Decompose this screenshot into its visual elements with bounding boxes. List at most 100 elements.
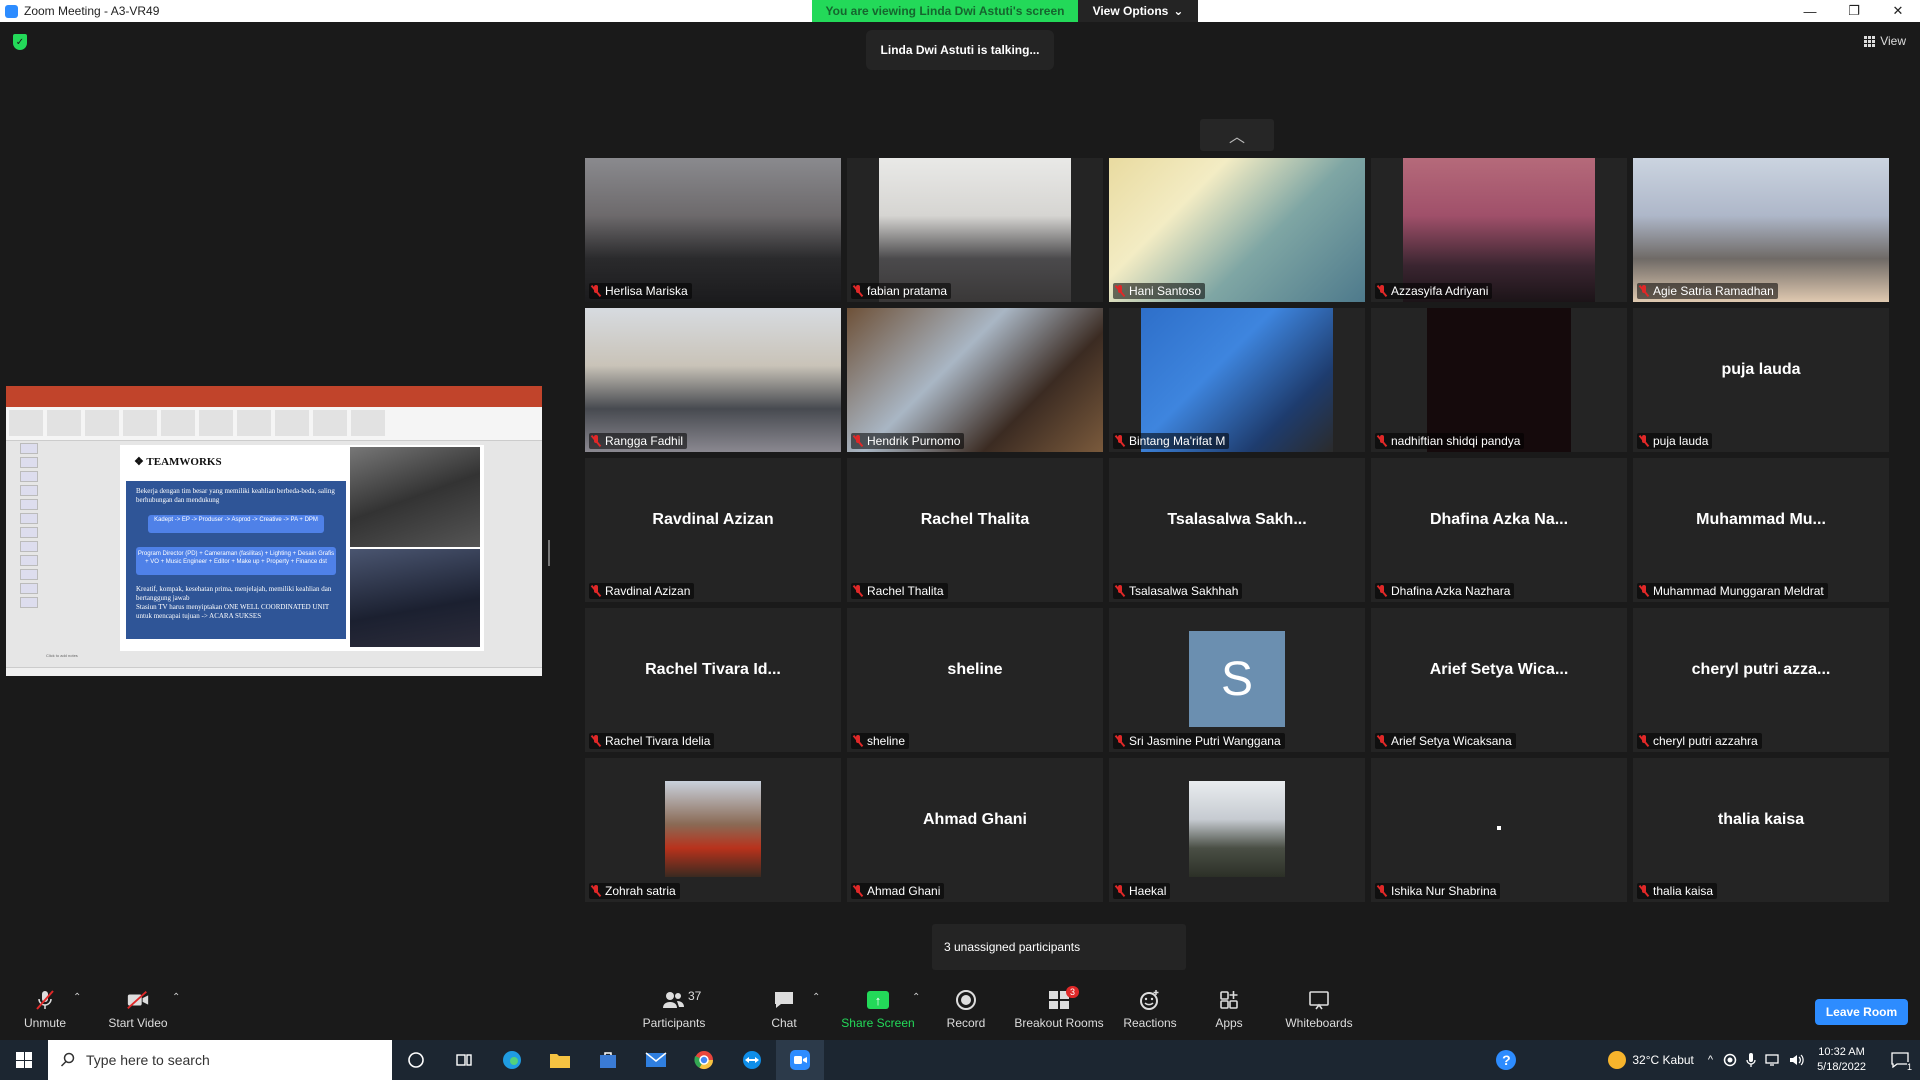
chrome-icon[interactable] bbox=[680, 1040, 728, 1080]
help-icon[interactable]: ? bbox=[1496, 1050, 1517, 1070]
participant-tile[interactable]: Azzasyifa Adriyani bbox=[1371, 158, 1627, 302]
meeting-area: ✓ Linda Dwi Astuti is talking... View ︿ … bbox=[0, 22, 1920, 972]
breakout-rooms-button[interactable]: 3 Breakout Rooms bbox=[1014, 978, 1104, 1034]
participant-tile[interactable]: Dhafina Azka Na... Dhafina Azka Nazhara bbox=[1371, 458, 1627, 602]
teamviewer-icon[interactable] bbox=[728, 1040, 776, 1080]
participant-tile[interactable]: Ravdinal Azizan Ravdinal Azizan bbox=[585, 458, 841, 602]
mail-icon[interactable] bbox=[632, 1040, 680, 1080]
taskbar-search-box[interactable]: Type here to search bbox=[48, 1040, 392, 1080]
view-button[interactable]: View bbox=[1864, 34, 1906, 48]
participant-display-name: thalia kaisa bbox=[1717, 811, 1805, 828]
record-indicator-icon[interactable] bbox=[1723, 1053, 1737, 1067]
audio-options-caret[interactable]: ⌃ bbox=[73, 992, 81, 1003]
participant-tile[interactable]: Arief Setya Wica... Arief Setya Wicaksana bbox=[1371, 608, 1627, 752]
participant-display-name: Arief Setya Wica... bbox=[1429, 661, 1569, 678]
share-screen-icon: ↑ bbox=[866, 989, 890, 1011]
unassigned-participants-popup[interactable]: 3 unassigned participants bbox=[932, 924, 1186, 970]
shared-screen[interactable]: ❖ TEAMWORKS Bekerja dengan tim besar yan… bbox=[6, 386, 542, 676]
participant-name-label: Hani Santoso bbox=[1113, 283, 1206, 299]
participant-name-label: Muhammad Munggaran Meldrat bbox=[1637, 583, 1828, 599]
start-button[interactable] bbox=[0, 1040, 48, 1080]
view-options-button[interactable]: View Options ⌄ bbox=[1078, 0, 1198, 22]
zoom-taskbar-icon[interactable] bbox=[776, 1040, 824, 1080]
participant-tile[interactable]: nadhiftian shidqi pandya bbox=[1371, 308, 1627, 452]
participants-button[interactable]: 37 Participants bbox=[640, 978, 708, 1034]
search-icon bbox=[60, 1052, 75, 1067]
participant-tile[interactable]: Herlisa Mariska bbox=[585, 158, 841, 302]
mic-muted-icon bbox=[1639, 585, 1649, 597]
cortana-icon[interactable] bbox=[392, 1040, 440, 1080]
shield-icon[interactable]: ✓ bbox=[13, 34, 27, 50]
participant-tile[interactable]: Hani Santoso bbox=[1109, 158, 1365, 302]
task-view-icon[interactable] bbox=[440, 1040, 488, 1080]
mic-muted-icon bbox=[1639, 285, 1649, 297]
participant-tile[interactable]: Ahmad Ghani Ahmad Ghani bbox=[847, 758, 1103, 902]
whiteboards-button[interactable]: Whiteboards bbox=[1284, 978, 1354, 1034]
mic-off-icon bbox=[33, 989, 57, 1011]
record-button[interactable]: Record bbox=[946, 978, 986, 1034]
ppt-ribbon bbox=[6, 407, 542, 441]
microphone-icon[interactable] bbox=[1745, 1052, 1757, 1068]
participant-tile[interactable]: Rangga Fadhil bbox=[585, 308, 841, 452]
share-options-caret[interactable]: ⌃ bbox=[912, 992, 920, 1003]
participant-name-label: Ishika Nur Shabrina bbox=[1375, 883, 1501, 899]
viewing-screen-label: You are viewing Linda Dwi Astuti's scree… bbox=[812, 0, 1078, 22]
volume-icon[interactable] bbox=[1789, 1053, 1805, 1067]
participant-tile[interactable]: Bintang Ma'rifat M bbox=[1109, 308, 1365, 452]
leave-room-button[interactable]: Leave Room bbox=[1815, 999, 1908, 1025]
share-screen-button[interactable]: ↑ Share Screen bbox=[840, 978, 916, 1034]
close-button[interactable]: ✕ bbox=[1876, 0, 1920, 22]
participant-tile[interactable]: Tsalasalwa Sakh... Tsalasalwa Sakhhah bbox=[1109, 458, 1365, 602]
minimize-button[interactable]: — bbox=[1788, 0, 1832, 22]
participant-name-label: Rachel Tivara Idelia bbox=[589, 733, 715, 749]
taskbar-clock[interactable]: 10:32 AM 5/18/2022 bbox=[1817, 1045, 1866, 1075]
split-resize-handle[interactable] bbox=[548, 540, 550, 566]
participant-tile[interactable]: Ishika Nur Shabrina bbox=[1371, 758, 1627, 902]
apps-button[interactable]: Apps bbox=[1214, 978, 1244, 1034]
participant-tile[interactable]: puja lauda puja lauda bbox=[1633, 308, 1889, 452]
store-icon[interactable] bbox=[584, 1040, 632, 1080]
unmute-button[interactable]: Unmute bbox=[20, 978, 70, 1034]
participant-tile[interactable]: fabian pratama bbox=[847, 158, 1103, 302]
chat-options-caret[interactable]: ⌃ bbox=[812, 992, 820, 1003]
restore-button[interactable]: ❐ bbox=[1832, 0, 1876, 22]
network-icon[interactable] bbox=[1765, 1053, 1781, 1067]
participant-tile[interactable]: S Sri Jasmine Putri Wanggana bbox=[1109, 608, 1365, 752]
participant-name: Hendrik Purnomo bbox=[867, 434, 961, 448]
participant-tile[interactable]: Hendrik Purnomo bbox=[847, 308, 1103, 452]
ppt-ribbon-tabs bbox=[6, 398, 542, 407]
clock-time: 10:32 AM bbox=[1818, 1046, 1865, 1058]
participant-tile[interactable]: cheryl putri azza... cheryl putri azzahra bbox=[1633, 608, 1889, 752]
participant-tile[interactable]: thalia kaisa thalia kaisa bbox=[1633, 758, 1889, 902]
participant-name: Sri Jasmine Putri Wanggana bbox=[1129, 734, 1281, 748]
mic-muted-icon bbox=[1115, 585, 1125, 597]
participant-tile[interactable]: Agie Satria Ramadhan bbox=[1633, 158, 1889, 302]
notifications-icon[interactable]: 1 bbox=[1880, 1040, 1920, 1080]
participant-tile[interactable]: Zohrah satria bbox=[585, 758, 841, 902]
participants-label: Participants bbox=[642, 1016, 706, 1030]
reactions-button[interactable]: Reactions bbox=[1122, 978, 1178, 1034]
start-video-button[interactable]: Start Video bbox=[106, 978, 170, 1034]
mic-muted-icon bbox=[1377, 285, 1387, 297]
meeting-toolbar: Unmute ⌃ Start Video ⌃ 37 Participants C… bbox=[0, 972, 1920, 1040]
slide-thumbnails bbox=[10, 443, 40, 663]
weather-text[interactable]: 32°C Kabut bbox=[1632, 1053, 1694, 1067]
breakout-rooms-label: Breakout Rooms bbox=[1014, 1016, 1104, 1030]
chevron-up-icon[interactable]: ︿ bbox=[1200, 119, 1274, 151]
participant-name-label: Zohrah satria bbox=[589, 883, 680, 899]
chevron-up-icon[interactable]: ^ bbox=[1708, 1054, 1713, 1066]
participant-name: Muhammad Munggaran Meldrat bbox=[1653, 584, 1824, 598]
participant-name-label: sheline bbox=[851, 733, 910, 749]
participant-tile[interactable]: sheline sheline bbox=[847, 608, 1103, 752]
edge-browser-icon[interactable] bbox=[488, 1040, 536, 1080]
participant-tile[interactable]: Rachel Tivara Id... Rachel Tivara Idelia bbox=[585, 608, 841, 752]
participant-name-label: Arief Setya Wicaksana bbox=[1375, 733, 1516, 749]
participant-name-label: puja lauda bbox=[1637, 433, 1713, 449]
participant-tile[interactable]: Haekal bbox=[1109, 758, 1365, 902]
participant-tile[interactable]: Muhammad Mu... Muhammad Munggaran Meldrat bbox=[1633, 458, 1889, 602]
file-explorer-icon[interactable] bbox=[536, 1040, 584, 1080]
start-video-label: Start Video bbox=[108, 1016, 168, 1030]
video-options-caret[interactable]: ⌃ bbox=[172, 992, 180, 1003]
participant-tile[interactable]: Rachel Thalita Rachel Thalita bbox=[847, 458, 1103, 602]
chat-button[interactable]: Chat bbox=[766, 978, 802, 1034]
